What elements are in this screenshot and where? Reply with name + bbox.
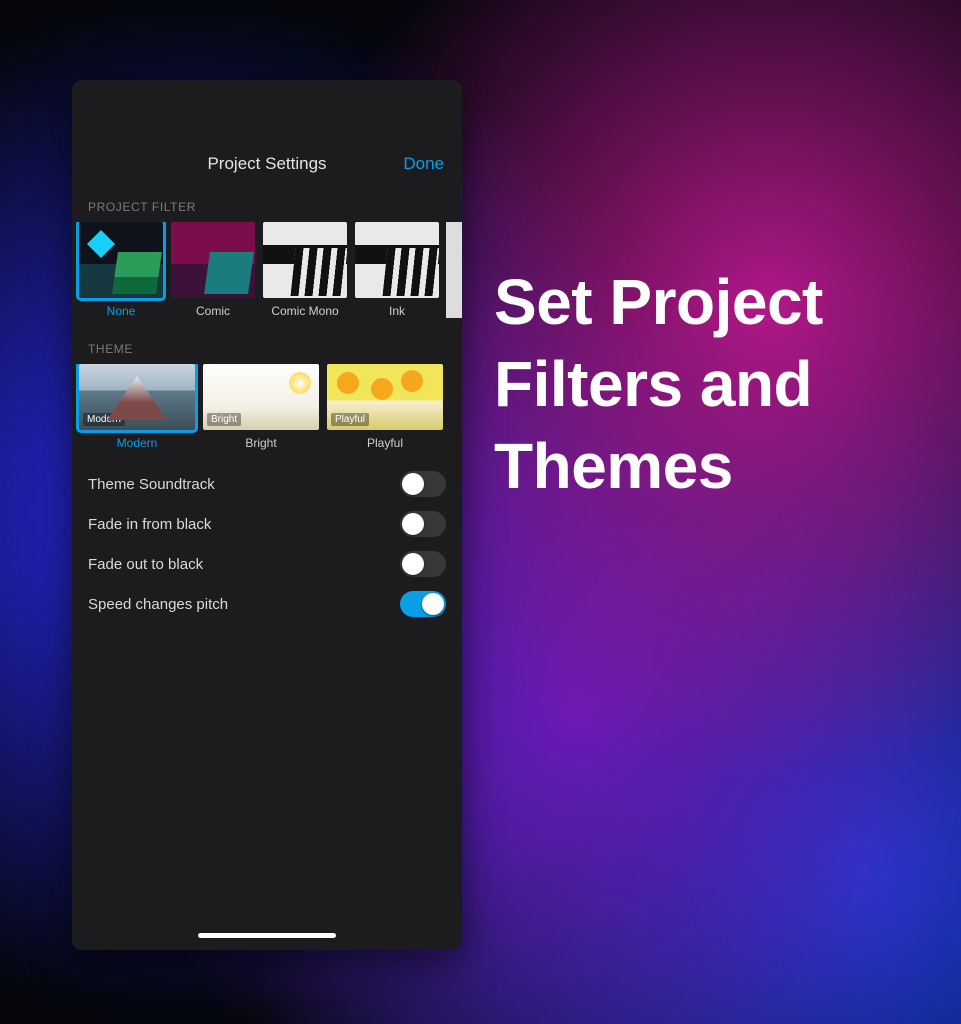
- filter-item-comic-mono[interactable]: Comic Mono: [262, 222, 348, 318]
- toggle-label: Speed changes pitch: [88, 596, 228, 613]
- toggle-theme-soundtrack[interactable]: [400, 471, 446, 497]
- theme-thumb-modern: Modern: [79, 364, 195, 430]
- done-button[interactable]: Done: [403, 154, 444, 174]
- theme-label: Modern: [78, 436, 196, 450]
- filter-label: Comic Mono: [262, 304, 348, 318]
- toggle-row-theme-soundtrack: Theme Soundtrack: [88, 464, 446, 504]
- filter-label: Ink: [354, 304, 440, 318]
- theme-thumb-playful: Playful: [327, 364, 443, 430]
- filter-item-ink[interactable]: Ink: [354, 222, 440, 318]
- filter-item-comic[interactable]: Comic: [170, 222, 256, 318]
- phone-frame: Project Settings Done PROJECT FILTER Non…: [72, 80, 462, 950]
- toggle-fade-in[interactable]: [400, 511, 446, 537]
- filter-thumb-none: [79, 222, 163, 298]
- section-label-filter: PROJECT FILTER: [72, 186, 462, 222]
- filter-thumb-comic-mono: [263, 222, 347, 298]
- toggle-fade-out[interactable]: [400, 551, 446, 577]
- theme-strip[interactable]: Modern Modern Bright Bright Playful Play…: [72, 364, 462, 460]
- theme-label: Playful: [326, 436, 444, 450]
- filter-label: None: [78, 304, 164, 318]
- theme-item-playful[interactable]: Playful Playful: [326, 364, 444, 450]
- nav-bar: Project Settings Done: [72, 142, 462, 186]
- toggle-speed-pitch[interactable]: [400, 591, 446, 617]
- toggle-row-fade-in: Fade in from black: [88, 504, 446, 544]
- toggle-knob: [402, 473, 424, 495]
- page-title: Project Settings: [207, 154, 326, 174]
- theme-item-neon[interactable]: NEON: [450, 364, 462, 450]
- toggle-row-fade-out: Fade out to black: [88, 544, 446, 584]
- filter-thumb-comic: [171, 222, 255, 298]
- status-bar-space: [72, 80, 462, 142]
- filter-item-none[interactable]: None: [78, 222, 164, 318]
- toggle-knob: [422, 593, 444, 615]
- toggle-rows: Theme Soundtrack Fade in from black Fade…: [72, 460, 462, 624]
- theme-badge: Bright: [207, 413, 241, 426]
- toggle-knob: [402, 513, 424, 535]
- toggle-label: Fade out to black: [88, 556, 203, 573]
- filter-item-overflow[interactable]: [446, 222, 462, 318]
- section-label-theme: THEME: [72, 328, 462, 364]
- theme-badge: Modern: [83, 413, 125, 426]
- home-indicator[interactable]: [198, 933, 336, 938]
- filter-label: Comic: [170, 304, 256, 318]
- theme-item-modern[interactable]: Modern Modern: [78, 364, 196, 450]
- toggle-knob: [402, 553, 424, 575]
- theme-thumb-bright: Bright: [203, 364, 319, 430]
- toggle-label: Fade in from black: [88, 516, 211, 533]
- theme-badge: Playful: [331, 413, 369, 426]
- headline: Set Project Filters and Themes: [494, 262, 934, 508]
- toggle-label: Theme Soundtrack: [88, 476, 215, 493]
- filter-strip[interactable]: None Comic Comic Mono Ink: [72, 222, 462, 328]
- toggle-row-speed-pitch: Speed changes pitch: [88, 584, 446, 624]
- filter-thumb-ink: [355, 222, 439, 298]
- theme-label: Bright: [202, 436, 320, 450]
- theme-item-bright[interactable]: Bright Bright: [202, 364, 320, 450]
